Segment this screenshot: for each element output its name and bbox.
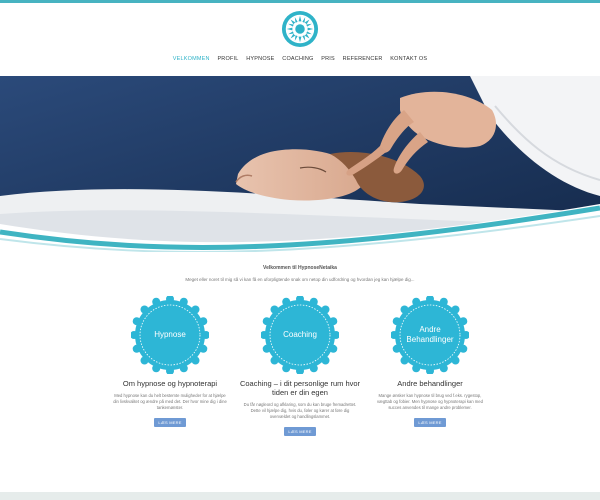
- footer-bar: [0, 492, 600, 500]
- card-text: Med hypnose kan du helt bestemte mulighe…: [113, 393, 227, 410]
- card-text: Du får nøgleord og afklaring, som du kan…: [243, 402, 357, 419]
- card-title: Coaching – i dit personlige rum hvor tid…: [239, 379, 361, 397]
- service-card-andre-behandlinger: Andre Behandlinger Andre behandlinger Ma…: [355, 296, 505, 429]
- badge-label: Coaching: [283, 330, 317, 339]
- sun-logo-icon[interactable]: [281, 10, 319, 48]
- top-accent-bar: [0, 0, 600, 3]
- read-more-button[interactable]: LÆS MERE: [154, 418, 186, 427]
- service-card-coaching: Coaching Coaching – i dit personlige rum…: [225, 296, 375, 438]
- nav-item-coaching[interactable]: COACHING: [282, 56, 313, 62]
- card-title: Andre behandlinger: [397, 379, 463, 388]
- hero-image: [0, 76, 600, 252]
- badge-label: Hypnose: [154, 330, 186, 339]
- card-title: Om hypnose og hypnoterapi: [122, 379, 218, 388]
- read-more-button[interactable]: LÆS MERE: [284, 427, 316, 436]
- nav-item-hypnose[interactable]: HYPNOSE: [246, 56, 274, 62]
- service-card-hypnose: Hypnose Om hypnose og hypnoterapi Med hy…: [95, 296, 245, 429]
- badge-andre-behandlinger[interactable]: Andre Behandlinger: [391, 296, 469, 374]
- main-nav: VELKOMMEN PROFIL HYPNOSE COACHING PRIS R…: [0, 56, 600, 62]
- nav-item-referencer[interactable]: REFERENCER: [343, 56, 383, 62]
- welcome-text: Meget eller noret til mig så vi kan få e…: [185, 277, 415, 282]
- read-more-button[interactable]: LÆS MERE: [414, 418, 446, 427]
- nav-item-kontakt-os[interactable]: KONTAKT OS: [390, 56, 427, 62]
- nav-item-velkommen[interactable]: VELKOMMEN: [173, 56, 210, 62]
- badge-hypnose[interactable]: Hypnose: [131, 296, 209, 374]
- badge-label: Andre Behandlinger: [406, 325, 454, 344]
- nav-item-pris[interactable]: PRIS: [321, 56, 335, 62]
- badge-coaching[interactable]: Coaching: [261, 296, 339, 374]
- welcome-title: Velkommen til HypnoseNetaika: [263, 265, 337, 271]
- card-text: Mange ønsker kan hypnose til brug ved f.…: [377, 393, 483, 410]
- nav-item-profil[interactable]: PROFIL: [217, 56, 238, 62]
